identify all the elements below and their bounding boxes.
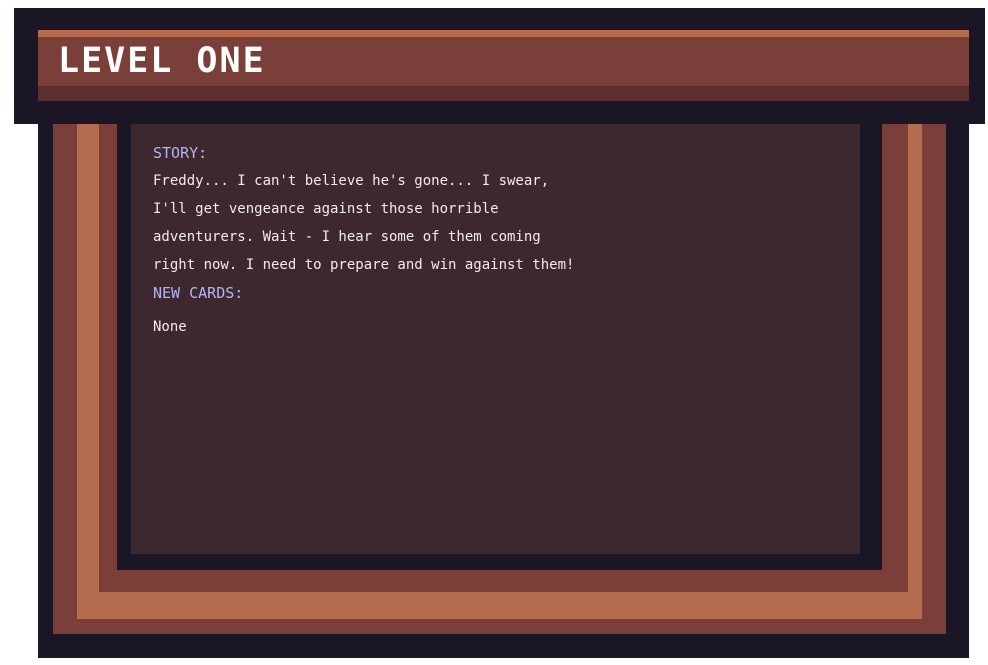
new-cards-value: None [153, 319, 187, 335]
story-heading: STORY: [153, 144, 208, 162]
story-line: I'll get vengeance against those horribl… [153, 201, 499, 217]
level-title: LEVEL ONE [58, 41, 266, 81]
new-cards-heading: NEW CARDS: [153, 284, 244, 302]
story-line: right now. I need to prepare and win aga… [153, 257, 575, 273]
story-line: Freddy... I can't believe he's gone... I… [153, 173, 550, 189]
story-line: adventurers. Wait - I hear some of them … [153, 229, 541, 245]
title-banner-highlight [38, 30, 969, 37]
title-banner-shadow [38, 86, 969, 101]
